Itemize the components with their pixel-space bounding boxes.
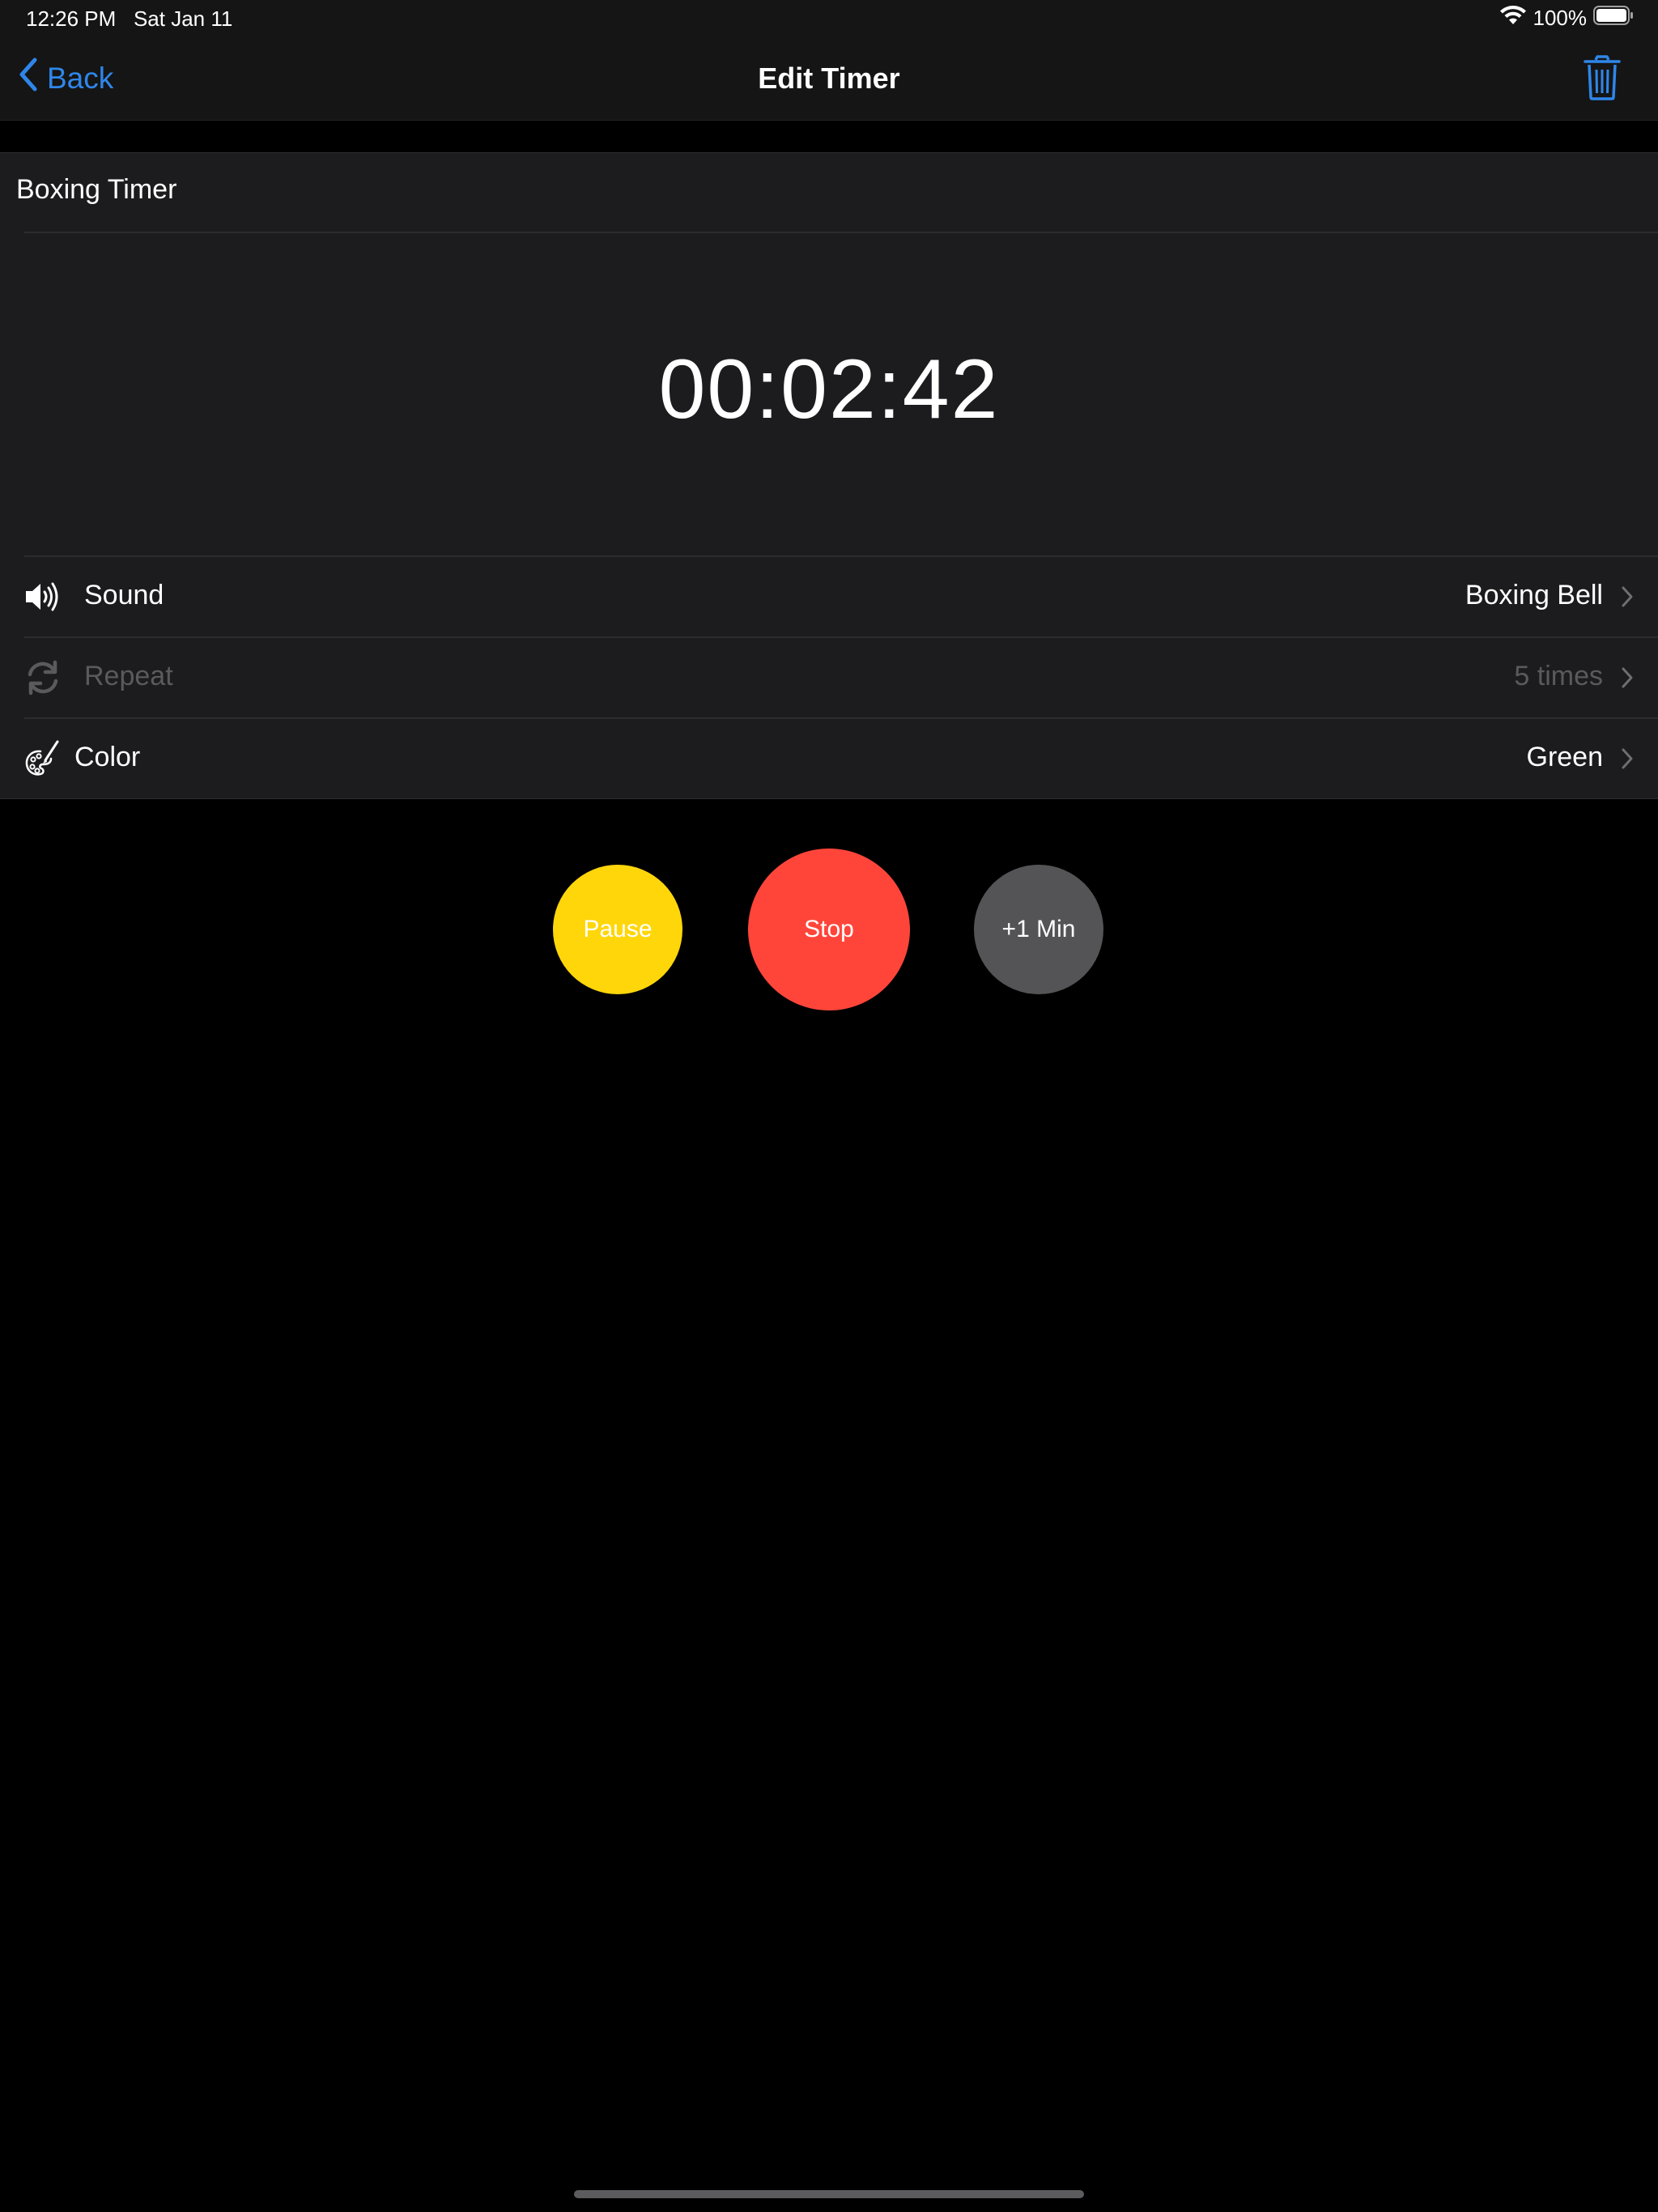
repeat-icon [24,659,62,696]
color-label: Color [74,742,141,772]
chevron-right-icon [1621,666,1634,690]
status-time: 12:26 PM Sat Jan 11 [26,6,232,32]
sound-value: Boxing Bell [1465,580,1603,610]
battery-percent: 100% [1533,6,1588,30]
sound-label: Sound [84,580,164,610]
chevron-right-icon [1621,585,1634,609]
stop-button[interactable]: Stop [748,849,910,1010]
trash-icon [1582,55,1622,104]
color-value: Green [1526,742,1604,772]
page-title: Edit Timer [758,62,900,95]
repeat-label: Repeat [84,661,173,691]
chevron-right-icon [1621,747,1634,771]
wifi-icon [1499,5,1527,32]
sound-row[interactable]: Sound Boxing Bell [24,557,1658,638]
timer-controls: Pause Stop +1 Min [0,847,1658,1012]
repeat-row[interactable]: Repeat 5 times [24,638,1658,719]
timer-settings-section: 00:02:42 Sound Boxing Bell [0,152,1658,799]
home-indicator[interactable] [574,2190,1084,2198]
delete-button[interactable] [1582,55,1622,100]
navigation-bar: Back Edit Timer [0,40,1658,121]
status-date: Sat Jan 11 [133,6,233,31]
timer-area: 00:02:42 [24,233,1658,557]
status-clock: 12:26 PM [26,6,117,31]
palette-icon [24,740,62,777]
status-indicators: 100% [1499,5,1635,32]
timer-name-row [16,153,1658,233]
pause-button[interactable]: Pause [553,865,682,994]
timer-name-input[interactable] [16,174,1554,206]
countdown-display: 00:02:42 [658,342,1000,436]
status-bar: 12:26 PM Sat Jan 11 100% [0,0,1658,40]
add-minute-button[interactable]: +1 Min [974,865,1103,994]
speaker-icon [24,578,62,615]
repeat-value: 5 times [1514,661,1603,691]
color-row[interactable]: Color Green [24,719,1658,798]
battery-icon [1593,5,1634,32]
